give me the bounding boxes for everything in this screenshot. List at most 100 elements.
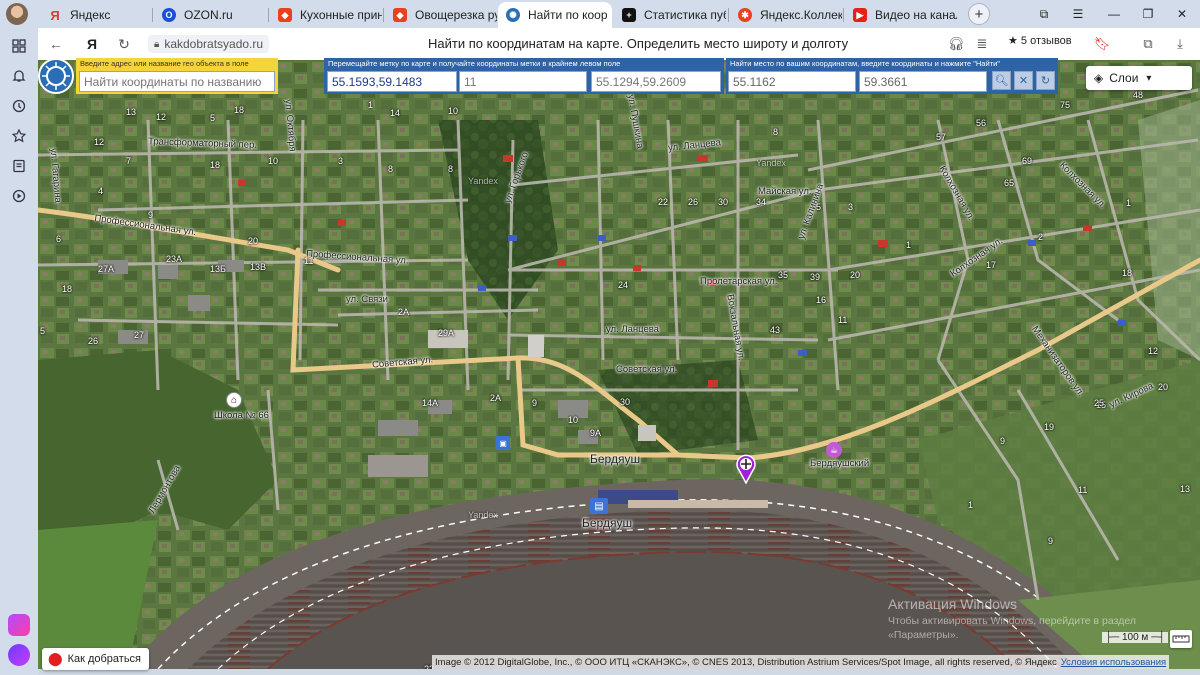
tab-separator: [383, 8, 384, 22]
house-number: 5: [210, 113, 216, 123]
house-number: 26: [688, 197, 699, 207]
house-number: 18: [62, 284, 73, 294]
house-number: 4: [98, 186, 104, 196]
house-number: 24: [618, 280, 629, 290]
window-close-icon[interactable]: ✕: [1172, 4, 1192, 24]
satellite-map[interactable]: 13 12 18 5 1 14 10 12 7 18 10 3 8 8 9 4 …: [38, 60, 1200, 669]
clear-icon[interactable]: ✕: [1014, 71, 1033, 90]
how-to-get-button[interactable]: ⬤ Как добраться: [42, 648, 150, 670]
tab-separator: [268, 8, 269, 22]
apps-grid-icon[interactable]: [9, 36, 29, 56]
coordinates-toolbar: Введите адрес или название гео объекта в…: [38, 58, 1200, 96]
profile-avatar[interactable]: [6, 3, 28, 25]
train-station-icon[interactable]: ▤: [590, 498, 608, 514]
house-number: 10: [568, 415, 579, 425]
address-bar: ← Я ↻ 🔒︎ kakdobratsyado.ru Найти по коор…: [38, 28, 1200, 60]
draggable-location-marker[interactable]: [735, 454, 757, 485]
tab-vegetable-cutter[interactable]: ◆ Овощерезка руч: [385, 2, 497, 28]
ruler-icon[interactable]: [1170, 630, 1192, 648]
house-number: 14А: [422, 398, 439, 408]
bus-stop-icon[interactable]: ▣: [496, 436, 510, 450]
tabs-overview-icon[interactable]: ⧉: [1034, 4, 1054, 24]
house-number: 29А: [438, 328, 455, 338]
reader-mode-icon[interactable]: ≣: [972, 34, 992, 54]
map-center-field[interactable]: [591, 71, 721, 92]
school-icon[interactable]: ⌂: [226, 392, 242, 408]
house-number: 11: [1078, 485, 1088, 495]
reviews-button[interactable]: ★ 5 отзывов: [1008, 34, 1072, 47]
marker-coordinates-field[interactable]: [327, 71, 457, 92]
yandex-watermark: Yandex: [756, 158, 786, 168]
house-number: 39: [810, 272, 821, 282]
house-number: 19: [1044, 422, 1055, 432]
zoom-level-field[interactable]: [459, 71, 587, 92]
marker-panel-label: Перемещайте метку по карте и получайте к…: [328, 59, 621, 68]
notes-icon[interactable]: [9, 156, 29, 176]
bell-icon[interactable]: [9, 66, 29, 86]
reload-icon[interactable]: ↻: [114, 34, 134, 54]
house-number: 12: [1148, 346, 1159, 356]
yandex-watermark: Yandex: [468, 510, 498, 520]
url-field[interactable]: 🔒︎ kakdobratsyado.ru: [148, 34, 270, 54]
alice-assistant-icon[interactable]: [8, 644, 30, 666]
house-number: 2: [1038, 232, 1044, 242]
back-arrow-icon[interactable]: ←: [46, 34, 66, 54]
yandex-icon: Я: [50, 7, 60, 23]
bookmark-icon[interactable]: 🔖︎: [1092, 34, 1112, 54]
layers-button[interactable]: ◈ Слои ▾: [1086, 66, 1192, 90]
download-icon[interactable]: ⤓: [1170, 34, 1190, 54]
tab-separator: [728, 8, 729, 22]
map-pin-icon: ⬤: [48, 651, 63, 666]
site-logo-icon[interactable]: [38, 58, 74, 94]
house-number: 65: [1004, 178, 1015, 188]
search-icon[interactable]: 🔍︎: [992, 71, 1011, 90]
minimize-icon[interactable]: —: [1104, 4, 1124, 24]
headphones-icon[interactable]: 🎧︎: [946, 34, 966, 54]
train-station-label: Бердяуш: [582, 516, 633, 530]
tab-ozon[interactable]: O OZON.ru: [154, 2, 266, 28]
tab-youtube[interactable]: ▶ Видео на канале: [845, 2, 957, 28]
house-number: 13Б: [210, 264, 226, 274]
video-play-icon[interactable]: [9, 186, 29, 206]
zen-icon: ◆: [278, 8, 292, 22]
house-number: 3: [338, 156, 344, 166]
latitude-input[interactable]: [728, 71, 856, 92]
tab-kitchen[interactable]: ◆ Кухонные прина: [270, 2, 382, 28]
favorites-star-icon[interactable]: [9, 126, 29, 146]
house-number: 69: [1022, 156, 1033, 166]
browser-tab-bar: Я Яндекс O OZON.ru ◆ Кухонные прина ◆ Ов…: [0, 0, 1200, 28]
search-by-name-input[interactable]: [79, 71, 275, 92]
yandex-watermark: Yandex: [468, 176, 498, 186]
menu-icon[interactable]: ☰: [1068, 4, 1088, 24]
find-by-coordinates-panel: Найти место по вашим координатам, введит…: [726, 58, 1058, 94]
street-label: Советская ул.: [616, 364, 678, 375]
house-number: 9: [1048, 536, 1054, 546]
house-number: 9: [532, 398, 538, 408]
tab-coordinates-active[interactable]: ✺ Найти по коор ✕: [498, 2, 612, 28]
house-number: 22: [658, 197, 669, 207]
tab-statistics[interactable]: + Статистика публ: [614, 2, 726, 28]
site-icon: ✺: [506, 8, 520, 22]
chevron-down-icon: ▾: [1146, 72, 1152, 84]
map-scale: ├─ 100 м ─┤: [1102, 632, 1169, 643]
restore-icon[interactable]: ❐: [1138, 4, 1158, 24]
cafe-icon[interactable]: ☕︎: [826, 442, 842, 458]
extensions-icon[interactable]: ⧉: [1138, 34, 1158, 54]
longitude-input[interactable]: [859, 71, 987, 92]
house-number: 9: [148, 210, 154, 220]
yandex-logo-button[interactable]: Я: [82, 34, 102, 54]
refresh-icon[interactable]: ↻: [1036, 71, 1055, 90]
find-panel-label: Найти место по вашим координатам, введит…: [730, 59, 1000, 68]
page-title: Найти по координатам на карте. Определит…: [428, 36, 849, 51]
search-panel-label: Введите адрес или название гео объекта в…: [80, 59, 249, 68]
house-number: 2А: [398, 307, 410, 317]
tab-collections[interactable]: ✱ Яндекс.Коллекци: [730, 2, 842, 28]
new-tab-button[interactable]: +: [968, 3, 990, 25]
messenger-icon[interactable]: [8, 614, 30, 636]
layers-icon: ◈: [1094, 71, 1104, 85]
terms-of-use-link[interactable]: Условия использования: [1061, 657, 1166, 668]
map-copyright: Image © 2012 DigitalGlobe, Inc., © ООО И…: [432, 655, 1170, 669]
tab-yandex[interactable]: Я Яндекс: [40, 2, 152, 28]
house-number: 13: [126, 107, 137, 117]
history-clock-icon[interactable]: [9, 96, 29, 116]
